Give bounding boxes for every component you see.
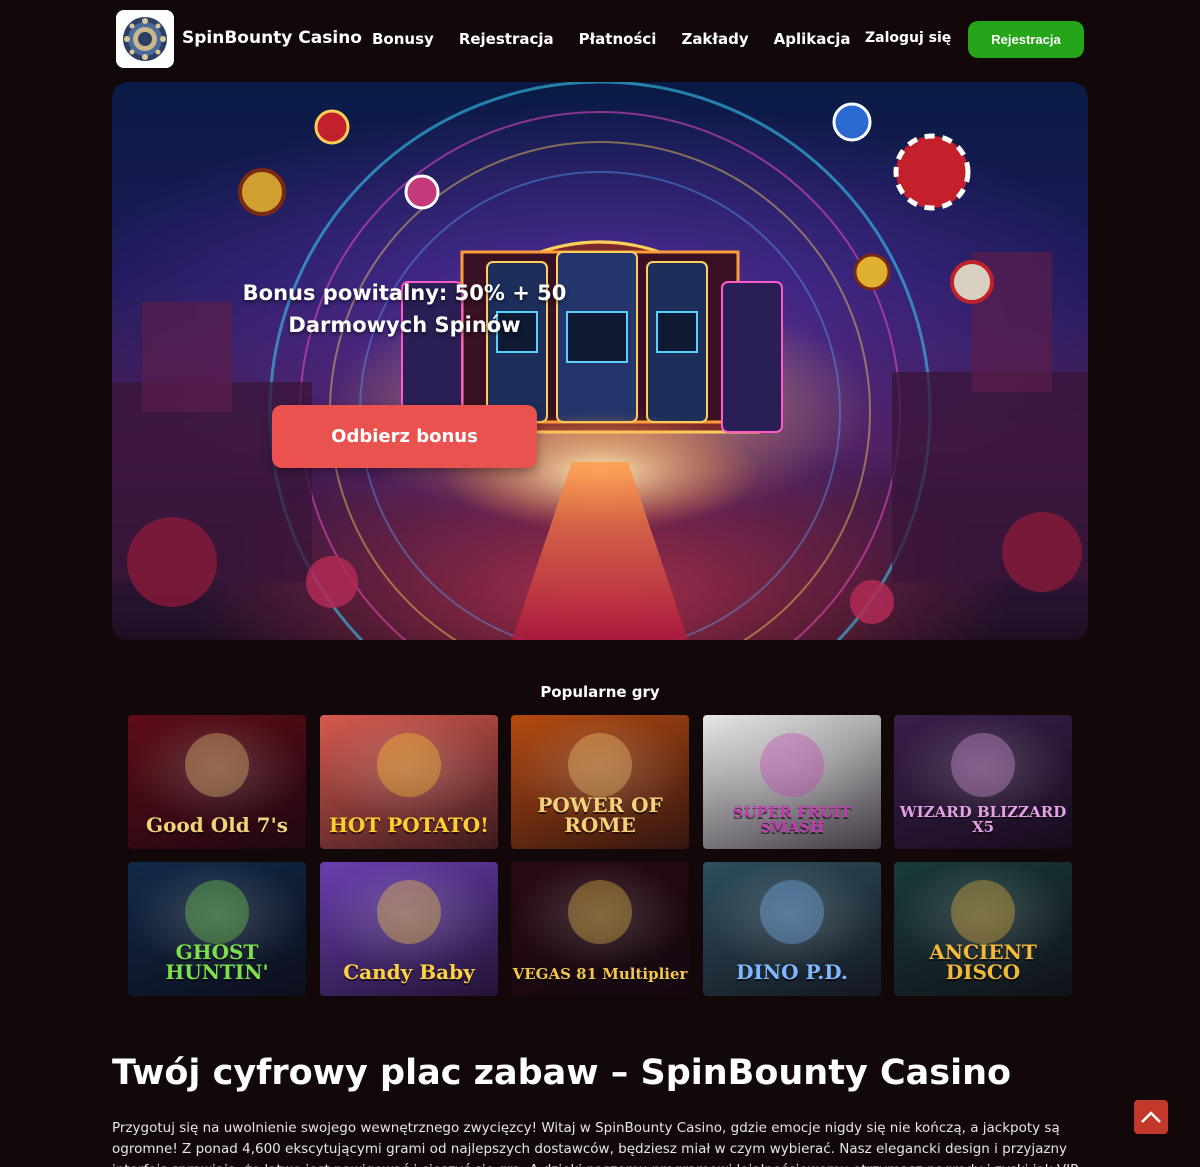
article-body: Przygotuj się na uwolnienie swojego wewn… [112, 1120, 1080, 1167]
register-button[interactable]: Rejestracja [968, 21, 1084, 58]
game-title: WIZARD BLIZZARD X5 [899, 803, 1067, 836]
game-tile[interactable]: POWER OF ROME [511, 715, 689, 849]
login-link[interactable]: Zaloguj się [865, 30, 951, 46]
nav-item-zaklady[interactable]: Zakłady [681, 30, 748, 48]
article-title: Twój cyfrowy plac zabaw – SpinBounty Cas… [112, 1053, 1012, 1093]
game-title: HOT POTATO! [329, 813, 489, 837]
game-tile[interactable]: HOT POTATO! [320, 715, 498, 849]
scroll-to-top-button[interactable] [1134, 1100, 1168, 1134]
chevron-up-icon [1141, 1111, 1161, 1123]
game-tile[interactable]: WIZARD BLIZZARD X5 [894, 715, 1072, 849]
game-tile[interactable]: Candy Baby [320, 862, 498, 996]
game-tile[interactable]: GHOST HUNTIN' [128, 862, 306, 996]
game-title: ANCIENT DISCO [929, 940, 1037, 984]
site-header: SpinBounty Casino Bonusy Rejestracja Pła… [0, 0, 1200, 78]
game-title: GHOST HUNTIN' [165, 940, 269, 984]
hero-title: Bonus powitalny: 50% + 50 Darmowych Spin… [242, 281, 567, 337]
game-tile[interactable]: DINO P.D. [703, 862, 881, 996]
popular-games-title: Popularne gry [540, 683, 660, 701]
game-title: Candy Baby [343, 960, 475, 984]
main-nav: Bonusy Rejestracja Płatności Zakłady Apl… [372, 30, 876, 48]
nav-item-rejestracja[interactable]: Rejestracja [459, 30, 554, 48]
game-title: SUPER FRUIT SMASH [732, 803, 852, 836]
game-title: DINO P.D. [736, 960, 848, 984]
hero-banner: Bonus powitalny: 50% + 50 Darmowych Spin… [112, 82, 1088, 640]
logo[interactable] [116, 10, 174, 68]
game-title: Good Old 7's [146, 813, 288, 837]
casino-scene-image [112, 82, 1088, 640]
game-tile[interactable]: SUPER FRUIT SMASH [703, 715, 881, 849]
game-title: POWER OF ROME [537, 793, 663, 837]
brand-name[interactable]: SpinBounty Casino [182, 28, 362, 48]
game-title: VEGAS 81 Multiplier [512, 965, 688, 983]
nav-item-bonusy[interactable]: Bonusy [372, 30, 434, 48]
nav-item-platnosci[interactable]: Płatności [579, 30, 657, 48]
game-tile[interactable]: ANCIENT DISCO [894, 862, 1072, 996]
game-tile[interactable]: Good Old 7's [128, 715, 306, 849]
logo-emblem-icon [123, 17, 167, 61]
claim-bonus-button[interactable]: Odbierz bonus [272, 405, 537, 468]
nav-item-aplikacja[interactable]: Aplikacja [774, 30, 851, 48]
game-tile[interactable]: VEGAS 81 Multiplier [511, 862, 689, 996]
